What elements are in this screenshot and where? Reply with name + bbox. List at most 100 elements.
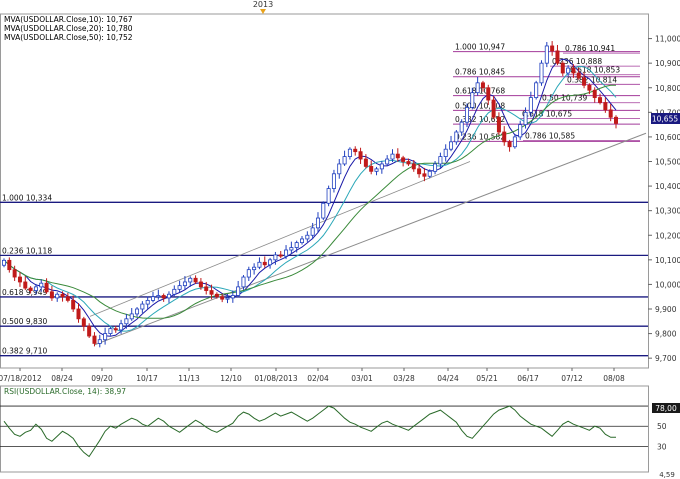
- candle-down: [406, 161, 411, 165]
- fib-upper-label: 1.000 10,947: [455, 43, 505, 52]
- indicator-legend: MVA(USDOLLAR.Close,10): 10,767 MVA(USDOL…: [4, 15, 133, 42]
- year-marker-icon: [260, 9, 266, 14]
- fib-level-label: 0.618 9,949: [2, 288, 48, 297]
- candle-up: [284, 249, 289, 257]
- date-tick-label: 09/20: [91, 374, 113, 383]
- candle-down: [480, 82, 485, 89]
- grid-layer: [0, 13, 649, 473]
- candle-up: [539, 62, 544, 84]
- candle-up: [55, 293, 60, 299]
- candle-up: [331, 173, 336, 189]
- date-tick-label: 05/21: [476, 374, 498, 383]
- candle-up: [273, 254, 278, 261]
- year-marker: 2013: [253, 0, 273, 9]
- candle-up: [294, 242, 299, 248]
- price-tick-label: 10,200: [655, 231, 680, 240]
- candle-up: [305, 234, 310, 240]
- candle-down: [417, 168, 422, 175]
- candle-down: [555, 50, 560, 64]
- fib-level-label: 0.236 10,118: [2, 246, 52, 255]
- candle-up: [321, 202, 326, 219]
- date-tick-label: 02/04: [307, 374, 329, 383]
- candle-down: [363, 158, 368, 167]
- candle-down: [576, 72, 581, 79]
- candle-up: [475, 82, 480, 94]
- candle-down: [582, 77, 587, 86]
- candle-up: [241, 276, 246, 288]
- candle-up: [177, 285, 182, 290]
- candle-down: [486, 87, 491, 101]
- candle-down: [17, 276, 22, 283]
- price-tick-label: 9,900: [655, 305, 677, 314]
- candle-down: [193, 277, 198, 283]
- candle-up: [182, 281, 187, 287]
- candle-down: [60, 293, 65, 298]
- price-tick-label: 10,000: [655, 280, 680, 289]
- candle-up: [566, 67, 571, 74]
- candle-down: [87, 325, 92, 337]
- candle-up: [315, 217, 320, 229]
- candle-down: [214, 293, 219, 298]
- candle-up: [385, 158, 390, 165]
- date-tick-label: 08/24: [51, 374, 73, 383]
- candle-up: [289, 247, 294, 251]
- fib-level-label: 0.500 9,830: [2, 317, 48, 326]
- date-tick-label: 10/17: [136, 374, 158, 383]
- candle-up: [166, 293, 171, 299]
- candle-up: [246, 269, 251, 278]
- candle-up: [135, 308, 140, 315]
- price-axis: 11,00010,90010,80010,70010,60010,50010,4…: [648, 35, 680, 363]
- ma10-line: [3, 58, 617, 337]
- trendline-channel: [89, 161, 471, 317]
- fib-right-label: 0.786 10,941: [565, 44, 615, 53]
- candle-up: [528, 97, 533, 113]
- candle-down: [603, 102, 608, 111]
- candle-up: [512, 136, 517, 148]
- candles-layer: [2, 41, 618, 348]
- date-tick-label: 12/10: [220, 374, 242, 383]
- date-tick-label: 07/12: [561, 374, 583, 383]
- candle-up: [300, 238, 305, 244]
- price-tick-label: 10,100: [655, 256, 680, 265]
- candle-up: [33, 286, 38, 291]
- candle-down: [204, 286, 209, 291]
- candle-down: [592, 89, 597, 98]
- date-tick-label: 01/08/2013: [254, 374, 297, 383]
- candle-up: [124, 318, 129, 325]
- candle-up: [156, 295, 161, 298]
- rsi-panel: 705030: [0, 402, 667, 458]
- candle-down: [401, 157, 406, 162]
- candle-down: [76, 308, 81, 320]
- candle-down: [598, 97, 603, 103]
- candle-down: [395, 153, 400, 159]
- chart-root: 11,000 10,900 10,800 10,700 10,600 10,500 10,4…: [0, 0, 680, 479]
- date-axis: 07/18/2012 08/24 09/20 10/17 11/13 12/10 01/08…: [0, 368, 625, 383]
- candle-up: [470, 92, 475, 108]
- candle-up: [438, 156, 443, 165]
- candle-up: [544, 45, 549, 64]
- candle-up: [145, 299, 150, 305]
- candle-up: [39, 282, 44, 288]
- date-tick-label: 11/13: [178, 374, 200, 383]
- candle-down: [587, 84, 592, 91]
- candle-down: [49, 291, 54, 299]
- candle-down: [278, 254, 283, 257]
- candle-up: [523, 111, 528, 126]
- candle-up: [347, 148, 352, 157]
- price-tick-label: 10,800: [655, 84, 680, 93]
- candle-down: [507, 141, 512, 148]
- candle-down: [571, 67, 576, 74]
- date-tick-label: 03/01: [351, 374, 373, 383]
- candle-up: [427, 170, 432, 177]
- candle-up: [454, 131, 459, 143]
- candle-down: [28, 287, 33, 291]
- candle-up: [310, 227, 315, 236]
- rsi-panel-frame: [0, 385, 649, 473]
- candle-down: [198, 281, 203, 288]
- candle-up: [257, 261, 262, 268]
- candle-down: [81, 318, 86, 327]
- candle-up: [188, 277, 193, 283]
- candle-down: [113, 328, 118, 331]
- candle-up: [518, 124, 523, 138]
- last-price-label: 10,655: [652, 115, 678, 124]
